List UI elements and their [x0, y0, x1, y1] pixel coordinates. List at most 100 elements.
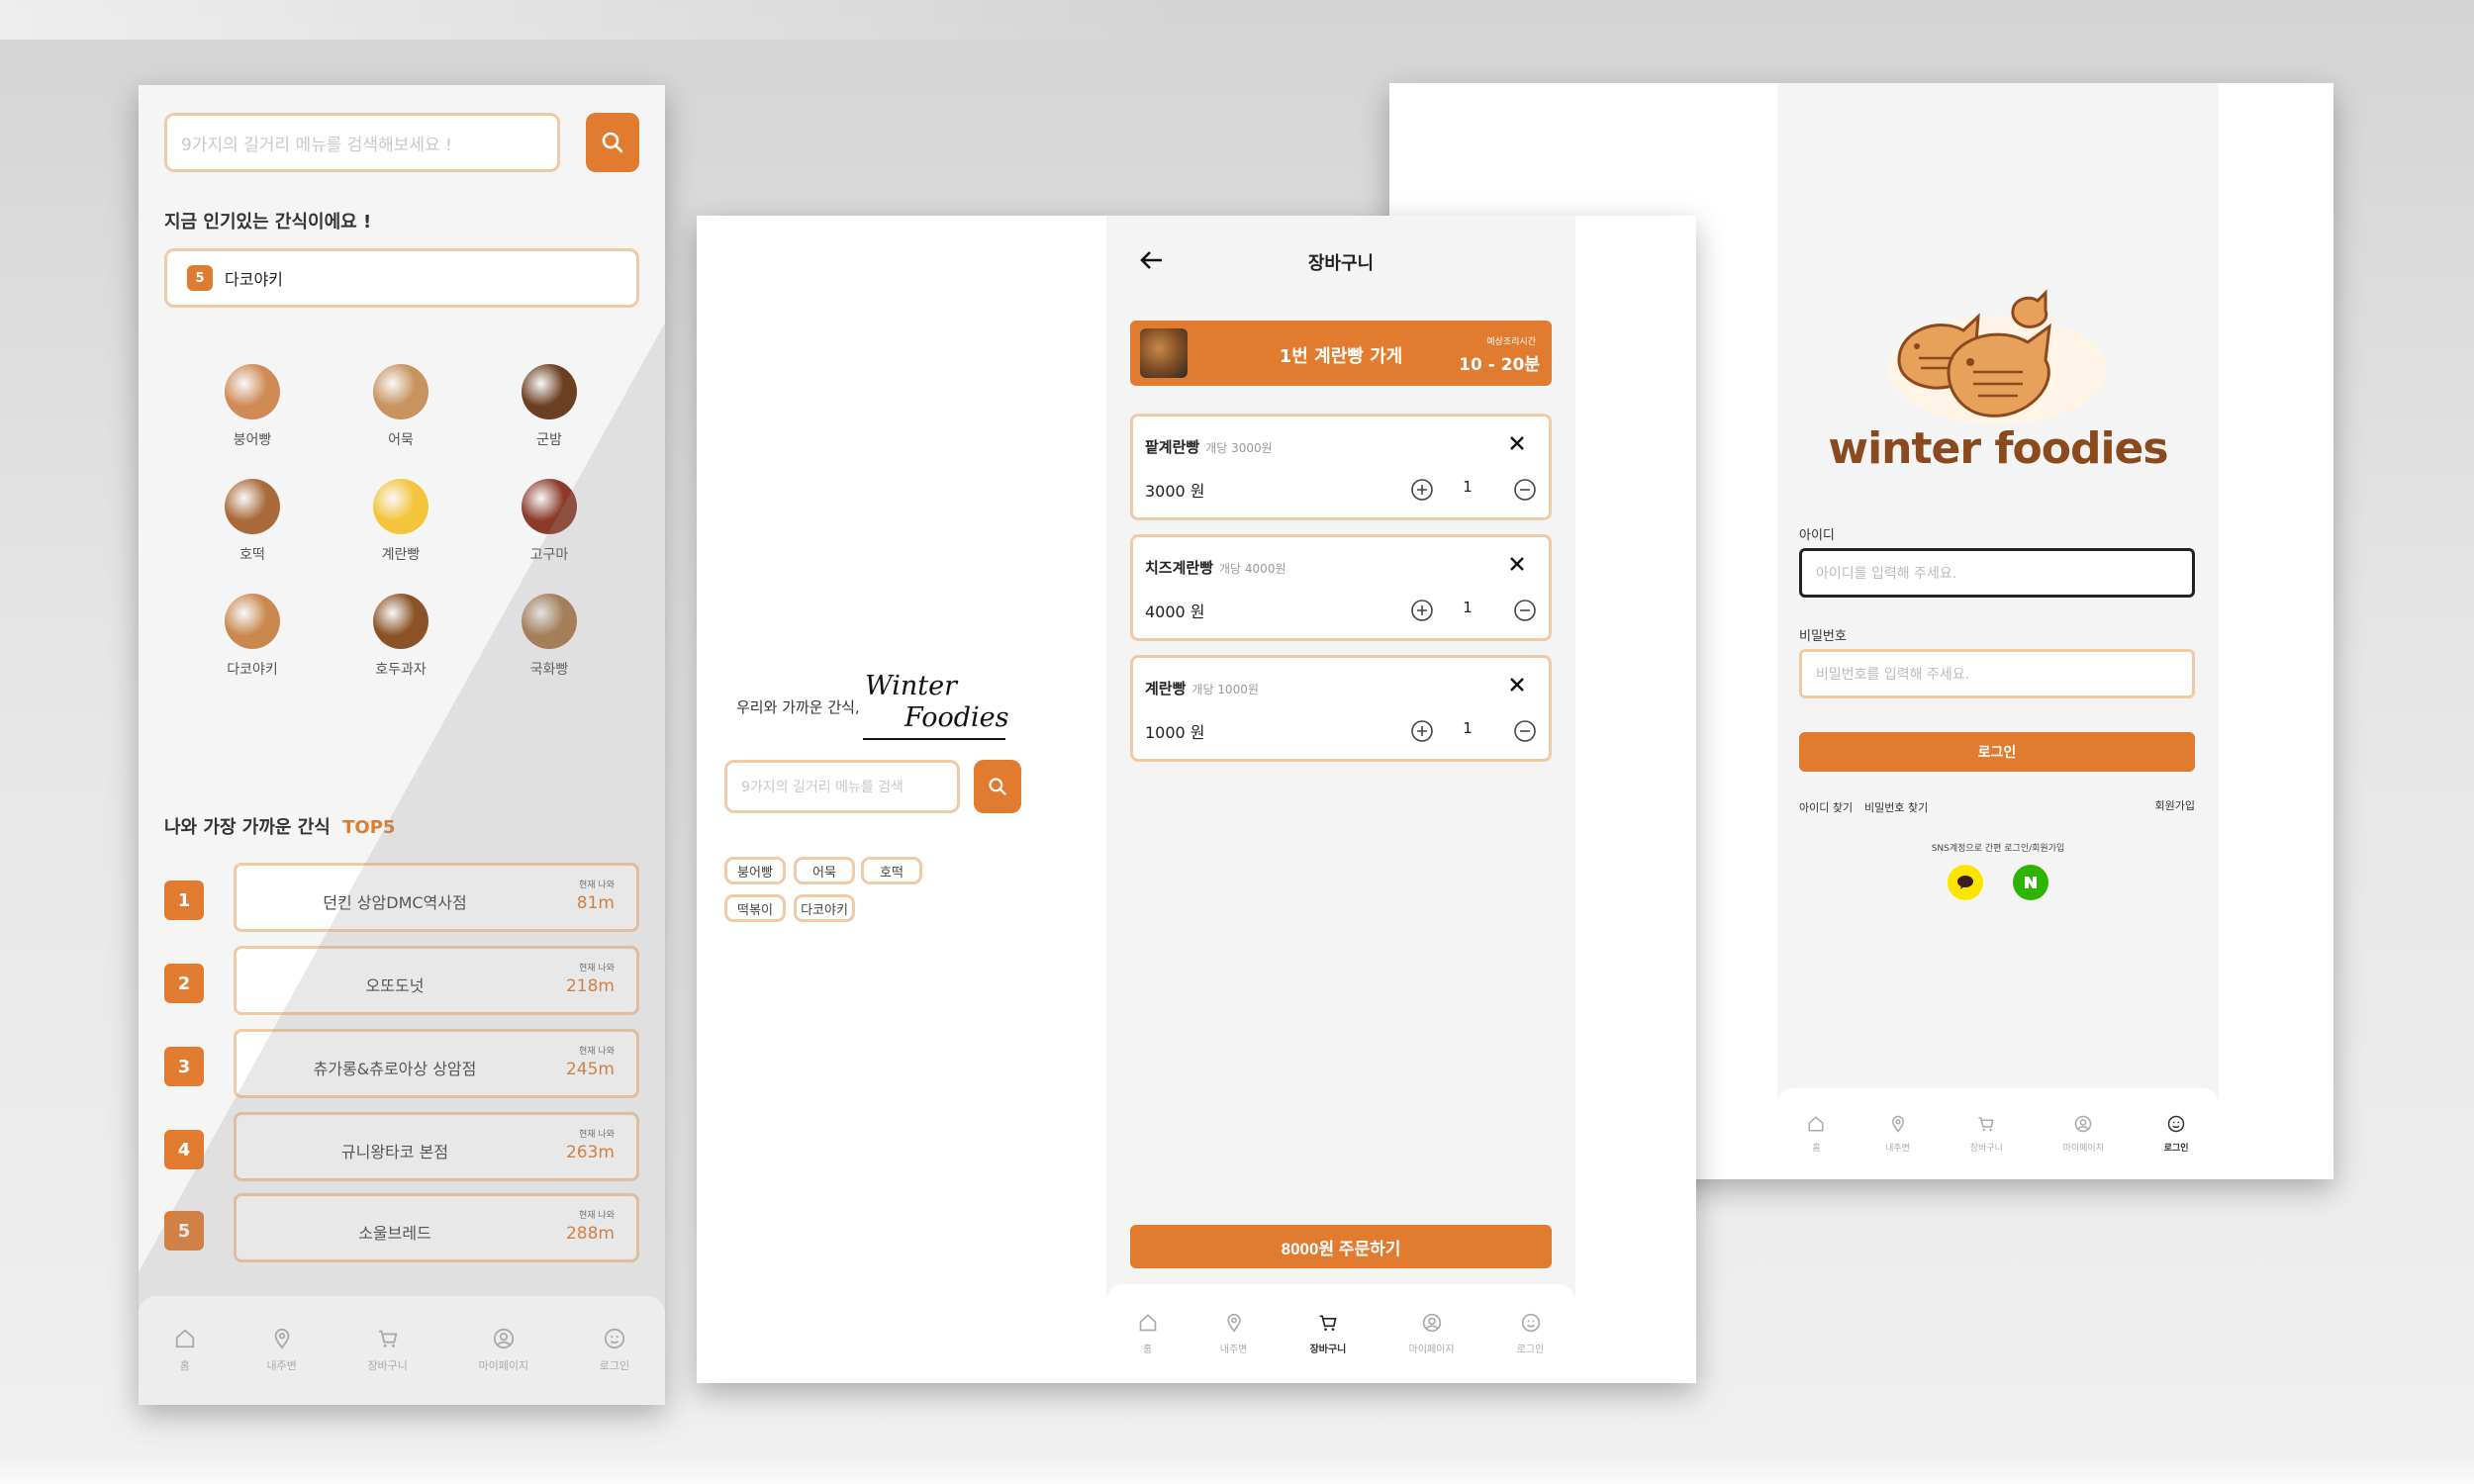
- chip-takoyaki[interactable]: 다코야키: [794, 894, 855, 922]
- cart-bottom-nav: 홈 내주변 장바구니 마이페이지 로그인: [1106, 1284, 1575, 1383]
- nav-label: 내주변: [266, 1359, 297, 1372]
- cart-phone: 장바구니 1번 계란빵 가게 예상조리시간 10 - 20분 팥계란빵 개당 30…: [1106, 216, 1575, 1383]
- plus-icon[interactable]: [1410, 719, 1434, 743]
- food-item-gunbam[interactable]: 군밤: [475, 364, 623, 449]
- nav-home[interactable]: 홈: [1138, 1313, 1158, 1355]
- nav-label: 로그인: [2163, 1143, 2189, 1154]
- walnut-cake-icon: [373, 594, 428, 649]
- nav-cart[interactable]: 장바구니: [1970, 1115, 2003, 1154]
- nav-login[interactable]: 로그인: [600, 1328, 629, 1373]
- chestnut-icon: [522, 364, 577, 419]
- remove-item-button[interactable]: [1509, 432, 1525, 457]
- sns-login-label: SNS계정으로 간편 로그인/회원가입: [1931, 844, 2065, 854]
- food-item-gyeranppang[interactable]: 계란빵: [327, 479, 475, 564]
- login-button[interactable]: 로그인: [1799, 732, 2195, 772]
- nav-mypage[interactable]: 마이페이지: [1409, 1313, 1455, 1355]
- landing-search-input[interactable]: 9가지의 길거리 메뉴를 검색: [724, 760, 960, 813]
- food-label: 어묵: [388, 432, 414, 448]
- id-input[interactable]: 아이디를 입력해 주세요.: [1799, 548, 2195, 598]
- nav-location[interactable]: 내주변: [1219, 1313, 1248, 1355]
- home-icon: [1139, 1313, 1156, 1331]
- nav-location[interactable]: 내주변: [266, 1328, 297, 1373]
- popular-item-label: 다코야키: [225, 270, 283, 289]
- landing-search-button[interactable]: [974, 760, 1021, 813]
- nav-label: 홈: [1142, 1344, 1153, 1355]
- search-placeholder: 9가지의 길거리 메뉴를 검색해보세요 !: [181, 135, 452, 155]
- food-item-takoyaki[interactable]: 다코야키: [178, 594, 327, 679]
- location-pin-icon: [1891, 1115, 1904, 1133]
- close-icon: [1510, 436, 1524, 450]
- nav-cart[interactable]: 장바구니: [367, 1328, 408, 1373]
- chip-bungeoppang[interactable]: 붕어빵: [724, 857, 786, 884]
- minus-icon[interactable]: [1513, 599, 1537, 622]
- home-screen: 9가지의 길거리 메뉴를 검색해보세요 ! 지금 인기있는 간식이에요 ! 5 …: [139, 85, 665, 1405]
- home-search-button[interactable]: [586, 113, 639, 172]
- user-icon: [1422, 1313, 1441, 1332]
- kakao-login-button[interactable]: [1948, 865, 1983, 900]
- wait-time-label: 예상조리시간: [1486, 337, 1536, 347]
- password-input[interactable]: 비밀번호를 입력해 주세요.: [1799, 649, 2195, 698]
- nav-label: 마이페이지: [478, 1359, 529, 1372]
- nav-label: 홈: [179, 1359, 190, 1372]
- food-item-bungeoppang[interactable]: 붕어빵: [178, 364, 327, 449]
- nav-home[interactable]: 홈: [174, 1328, 196, 1373]
- plus-icon[interactable]: [1410, 599, 1434, 622]
- nav-login[interactable]: 로그인: [2164, 1115, 2189, 1154]
- nav-label: 내주변: [1219, 1344, 1248, 1355]
- taiyaki-logo-icon: [1889, 289, 2107, 424]
- remove-item-button[interactable]: [1509, 674, 1525, 698]
- food-item-hodugwaja[interactable]: 호두과자: [327, 594, 475, 679]
- item-quantity: 1: [1463, 478, 1473, 496]
- nav-mypage[interactable]: 마이페이지: [2063, 1115, 2104, 1154]
- popular-title: 지금 인기있는 간식이에요 !: [164, 212, 372, 232]
- order-button[interactable]: 8000원 주문하기: [1130, 1225, 1552, 1268]
- top5-title-prefix: 나와 가장 가까운 간식: [164, 817, 331, 838]
- home-search-input[interactable]: 9가지의 길거리 메뉴를 검색해보세요 !: [164, 113, 560, 172]
- nav-label: 장바구니: [1969, 1143, 2003, 1154]
- smile-icon: [604, 1328, 625, 1349]
- item-unit-price: 개당 1000원: [1191, 683, 1259, 696]
- id-label: 아이디: [1799, 528, 1835, 543]
- chip-hotteok[interactable]: 호떡: [861, 857, 922, 884]
- wait-time-value: 10 - 20분: [1459, 355, 1540, 375]
- food-label: 계란빵: [381, 547, 421, 563]
- food-label: 다코야키: [227, 662, 278, 678]
- remove-item-button[interactable]: [1509, 553, 1525, 578]
- find-password-link[interactable]: 비밀번호 찾기: [1864, 799, 1928, 815]
- user-icon: [2075, 1115, 2092, 1132]
- minus-icon[interactable]: [1513, 478, 1537, 502]
- takoyaki-icon: [225, 594, 280, 649]
- chip-tteokbokki[interactable]: 떡볶이: [724, 894, 786, 922]
- store-bar[interactable]: 1번 계란빵 가게 예상조리시간 10 - 20분: [1130, 321, 1552, 386]
- naver-login-button[interactable]: [2013, 865, 2048, 900]
- minus-icon[interactable]: [1513, 719, 1537, 743]
- food-item-hotteok[interactable]: 호떡: [178, 479, 327, 564]
- search-icon: [602, 132, 623, 153]
- nav-mypage[interactable]: 마이페이지: [478, 1328, 529, 1373]
- popular-item[interactable]: 5 다코야키: [164, 248, 639, 308]
- item-price: 3000 원: [1145, 482, 1205, 501]
- brand-word-2: Foodies: [904, 702, 1009, 733]
- food-label: 호두과자: [375, 662, 427, 678]
- hotteok-icon: [225, 479, 280, 534]
- find-id-link[interactable]: 아이디 찾기: [1799, 799, 1853, 815]
- chip-eomuk[interactable]: 어묵: [794, 857, 855, 884]
- user-icon: [493, 1328, 514, 1349]
- item-name: 계란빵 개당 1000원: [1145, 678, 1259, 698]
- login-phone: winter foodies 아이디 아이디를 입력해 주세요. 비밀번호 비밀…: [1777, 83, 2219, 1179]
- nav-label: 장바구니: [367, 1359, 408, 1372]
- nav-label: 마이페이지: [2062, 1143, 2104, 1154]
- item-unit-price: 개당 3000원: [1205, 441, 1273, 455]
- eomuk-icon: [373, 364, 428, 419]
- nav-home[interactable]: 홈: [1807, 1115, 1825, 1154]
- plus-icon[interactable]: [1410, 478, 1434, 502]
- nav-cart[interactable]: 장바구니: [1310, 1313, 1346, 1355]
- food-item-eomuk[interactable]: 어묵: [327, 364, 475, 449]
- item-name: 팥계란빵 개당 3000원: [1145, 436, 1273, 457]
- food-label: 붕어빵: [233, 432, 272, 448]
- kakao-chat-icon: [1957, 876, 1973, 889]
- search-icon: [989, 778, 1006, 795]
- nav-login[interactable]: 로그인: [1517, 1313, 1544, 1355]
- signup-link[interactable]: 회원가입: [2155, 797, 2195, 813]
- nav-location[interactable]: 내주변: [1885, 1115, 1910, 1154]
